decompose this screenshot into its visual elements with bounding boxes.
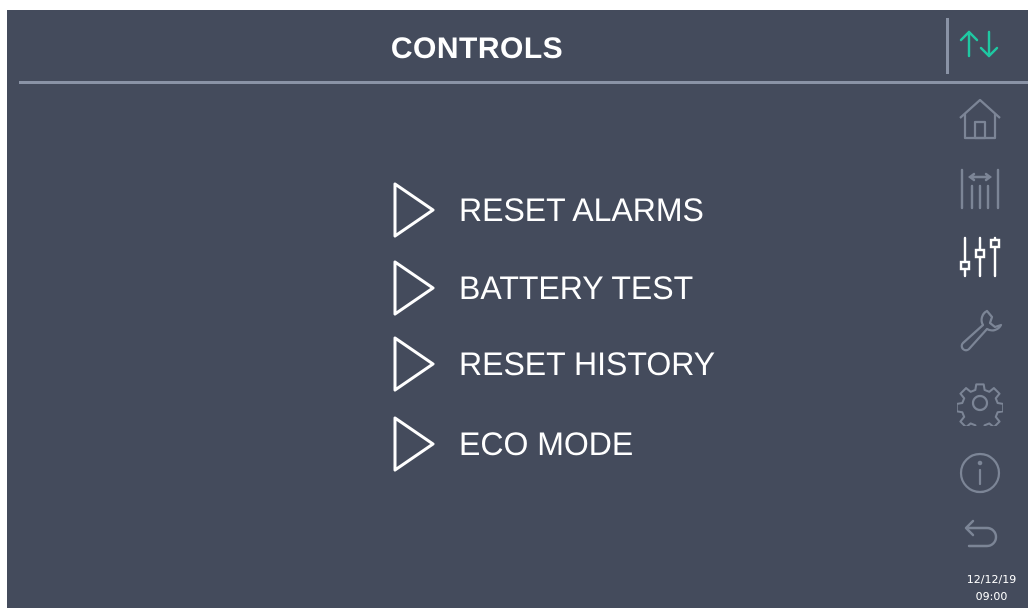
sidebar-header-divider <box>946 18 949 74</box>
gear-icon[interactable] <box>957 380 1003 426</box>
battery-test-button[interactable]: BATTERY TEST <box>391 258 731 318</box>
play-arrow-icon <box>393 182 435 238</box>
info-icon[interactable] <box>957 450 1003 496</box>
play-arrow-icon <box>393 416 435 472</box>
eco-mode-button[interactable]: ECO MODE <box>391 414 731 474</box>
home-icon[interactable] <box>957 96 1003 142</box>
page-title: CONTROLS <box>390 32 564 65</box>
communication-updown-icon <box>959 30 999 58</box>
eco-mode-label: ECO MODE <box>459 426 634 462</box>
battery-test-label: BATTERY TEST <box>459 270 694 306</box>
reset-alarms-label: RESET ALARMS <box>459 192 704 228</box>
reset-history-label: RESET HISTORY <box>459 346 716 382</box>
play-arrow-icon <box>393 260 435 316</box>
wrench-icon[interactable] <box>957 306 1003 352</box>
play-arrow-icon <box>393 336 435 392</box>
time-text: 09:00 <box>975 590 1008 603</box>
controls-sliders-icon[interactable] <box>957 234 1003 280</box>
measurements-icon[interactable] <box>957 164 1003 210</box>
header-divider <box>19 81 1028 84</box>
back-arrow-icon[interactable] <box>957 514 1003 560</box>
reset-alarms-button[interactable]: RESET ALARMS <box>391 180 731 240</box>
date-text: 12/12/19 <box>966 573 1017 586</box>
date-time-display: 12/12/19 09:00 <box>955 571 1028 605</box>
controls-screen: CONTROLS RESET ALARMS BATTERY TEST RESET… <box>7 10 1028 608</box>
reset-history-button[interactable]: RESET HISTORY <box>391 334 731 394</box>
